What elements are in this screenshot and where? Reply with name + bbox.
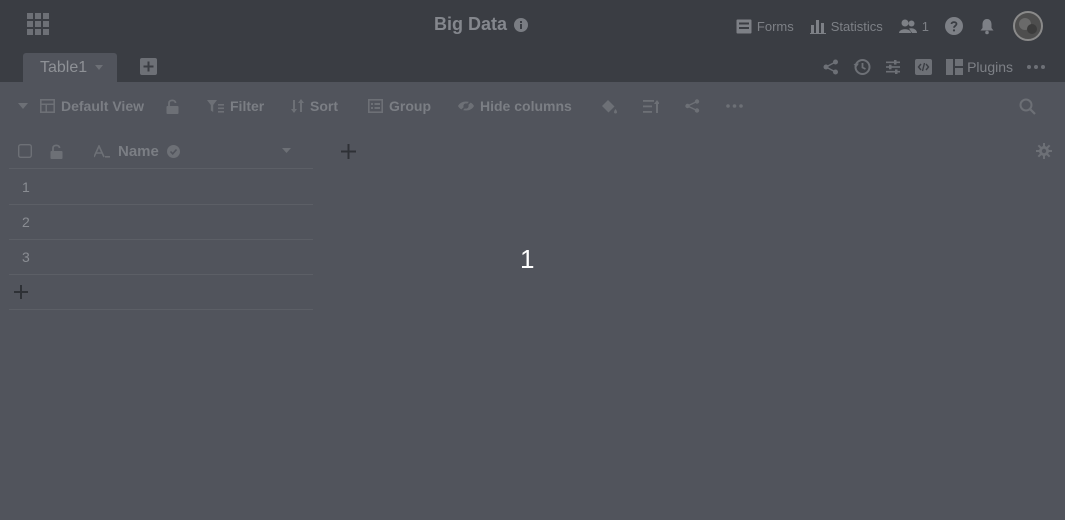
add-row-button[interactable] (9, 275, 313, 310)
sort-label: Sort (310, 98, 338, 114)
statistics-button[interactable]: Statistics (809, 18, 883, 34)
info-icon[interactable] (514, 17, 529, 32)
hide-columns-button[interactable]: Hide columns (458, 82, 572, 130)
forms-icon (736, 19, 752, 34)
filter-button[interactable]: Filter (207, 82, 264, 130)
share-view-icon (685, 99, 700, 113)
view-more-button[interactable] (726, 82, 743, 130)
statistics-label: Statistics (830, 18, 883, 34)
view-selector[interactable]: Default View (18, 82, 144, 130)
view-toolbar: Default View Filter Sort Group Hide colu… (0, 82, 1065, 130)
more-horizontal-icon (726, 104, 743, 108)
row-number: 2 (22, 214, 30, 230)
help-button[interactable] (945, 17, 963, 35)
user-avatar[interactable] (1013, 11, 1043, 41)
plugins-label: Plugins (967, 59, 1013, 75)
search-button[interactable] (1019, 82, 1036, 130)
grid-header: Name (0, 132, 1065, 170)
tab-label: Table1 (40, 58, 88, 76)
filter-icon (207, 99, 224, 113)
tab-dropdown-icon[interactable] (95, 64, 104, 71)
statistics-icon (809, 19, 826, 34)
grid-rows: 1 2 3 (9, 170, 313, 310)
settings-sliders-icon[interactable] (885, 59, 901, 75)
sort-icon (291, 99, 304, 113)
view-menu-caret-icon (18, 102, 28, 110)
table-row[interactable]: 1 (9, 170, 313, 205)
plugins-icon (946, 59, 964, 75)
row-number: 1 (22, 179, 30, 195)
collaborators-button[interactable]: 1 (898, 18, 929, 34)
history-icon[interactable] (853, 58, 871, 76)
notifications-button[interactable] (979, 18, 995, 35)
base-title-group: Big Data (434, 14, 529, 35)
grid-view-icon (40, 99, 55, 113)
eye-slash-icon (458, 100, 474, 112)
plugins-button[interactable]: Plugins (946, 59, 1013, 75)
search-icon (1019, 98, 1036, 115)
table-row[interactable]: 2 (9, 205, 313, 240)
group-label: Group (389, 98, 431, 114)
table-row[interactable]: 3 (9, 240, 313, 275)
row-height-icon (643, 99, 659, 114)
unlock-icon (166, 98, 179, 114)
header-divider (9, 168, 313, 169)
primary-key-icon (166, 144, 180, 158)
row-number: 3 (22, 249, 30, 265)
add-table-icon[interactable] (140, 58, 157, 75)
row-color-button[interactable] (601, 82, 618, 130)
row-height-button[interactable] (643, 82, 659, 130)
column-menu-caret-icon[interactable] (282, 132, 291, 170)
help-icon (945, 17, 963, 35)
users-icon (898, 19, 917, 34)
collaborators-count: 1 (921, 18, 929, 34)
more-options-icon[interactable] (1027, 65, 1045, 69)
forms-label: Forms (756, 18, 794, 34)
countdown-number: 1 (520, 244, 535, 274)
filter-label: Filter (230, 98, 265, 114)
table-tab-bar: Table1 Plugins (0, 52, 1065, 82)
header-actions: Forms Statistics 1 (720, 9, 1043, 43)
share-view-button[interactable] (685, 82, 700, 130)
hide-columns-label: Hide columns (480, 98, 572, 114)
add-row-icon (14, 285, 28, 299)
group-button[interactable]: Group (368, 82, 431, 130)
paint-bucket-icon (601, 99, 618, 114)
tab-table1[interactable]: Table1 (23, 53, 117, 82)
add-column-icon[interactable] (341, 132, 356, 170)
group-icon (368, 99, 383, 113)
column-settings-gear-icon[interactable] (1036, 132, 1052, 170)
forms-button[interactable]: Forms (736, 19, 794, 34)
view-name: Default View (61, 98, 144, 114)
lock-view-button[interactable] (166, 82, 179, 130)
apps-grid-icon[interactable] (26, 12, 50, 36)
select-all-checkbox[interactable] (18, 132, 32, 170)
text-type-icon (94, 144, 110, 158)
page-title: Big Data (434, 14, 508, 34)
base-tools: Plugins (809, 56, 1045, 78)
share-icon[interactable] (823, 59, 839, 75)
column-header-name[interactable]: Name (94, 132, 180, 170)
row-lock-icon[interactable] (50, 132, 63, 170)
api-code-icon[interactable] (915, 59, 933, 75)
sort-button[interactable]: Sort (291, 82, 338, 130)
column-name-label: Name (118, 142, 159, 160)
app-header: Big Data Forms Statistics 1 (0, 0, 1065, 52)
bell-icon (979, 18, 995, 35)
